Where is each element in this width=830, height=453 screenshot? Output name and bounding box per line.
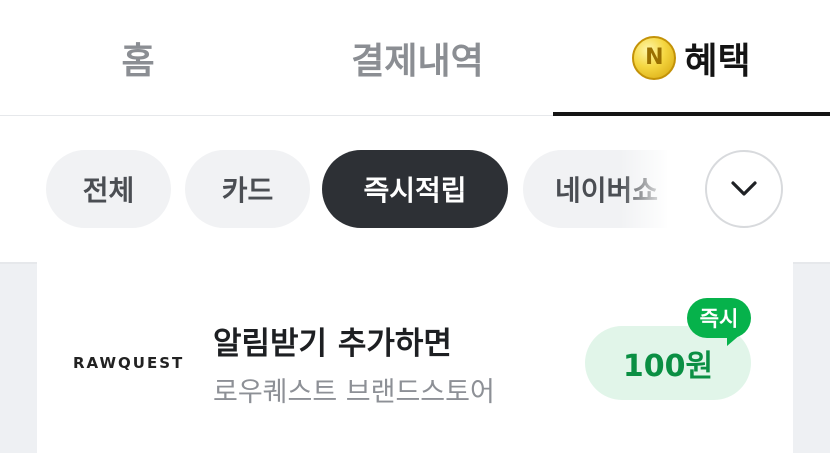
naver-coin-icon: N — [632, 35, 677, 80]
brand-logo: RAWQUEST — [73, 354, 185, 372]
tab-home-label: 홈 — [121, 40, 155, 82]
tab-payment-history[interactable]: 결제내역 — [305, 0, 530, 115]
instant-badge-label: 즉시 — [699, 307, 739, 331]
filter-chip-instant-reward[interactable]: 즉시적립 — [322, 150, 508, 228]
filter-chip-all[interactable]: 전체 — [46, 150, 171, 228]
filter-chip-all-label: 전체 — [82, 174, 135, 207]
active-tab-indicator — [553, 112, 830, 116]
instant-badge: 즉시 — [687, 298, 751, 338]
filter-chip-instant-reward-label: 즉시적립 — [363, 174, 467, 207]
header-area: 홈 결제내역 N 혜택 전체 카드 즉시적립 네이버쇼 — [0, 0, 830, 262]
offer-title: 알림받기 추가하면 — [213, 326, 452, 362]
tab-benefits[interactable]: N 혜택 — [553, 0, 830, 116]
tab-home[interactable]: 홈 — [60, 0, 216, 115]
tab-benefits-label: 혜택 — [684, 40, 751, 82]
filter-chip-card[interactable]: 카드 — [185, 150, 310, 228]
filter-chip-card-label: 카드 — [221, 174, 274, 207]
offer-card[interactable]: RAWQUEST 알림받기 추가하면 로우퀘스트 브랜드스토어 100원 즉시 — [37, 262, 793, 453]
expand-filters-button[interactable] — [705, 150, 783, 228]
tab-payment-history-label: 결제내역 — [351, 40, 484, 82]
reward-amount: 100원 — [622, 349, 714, 384]
chevron-down-icon — [731, 181, 757, 196]
coin-letter: N — [645, 45, 664, 70]
chip-scroll-fade — [620, 150, 670, 228]
main-tabs: 홈 결제내역 N 혜택 — [0, 0, 830, 116]
offer-store-name: 로우퀘스트 브랜드스토어 — [213, 377, 495, 408]
